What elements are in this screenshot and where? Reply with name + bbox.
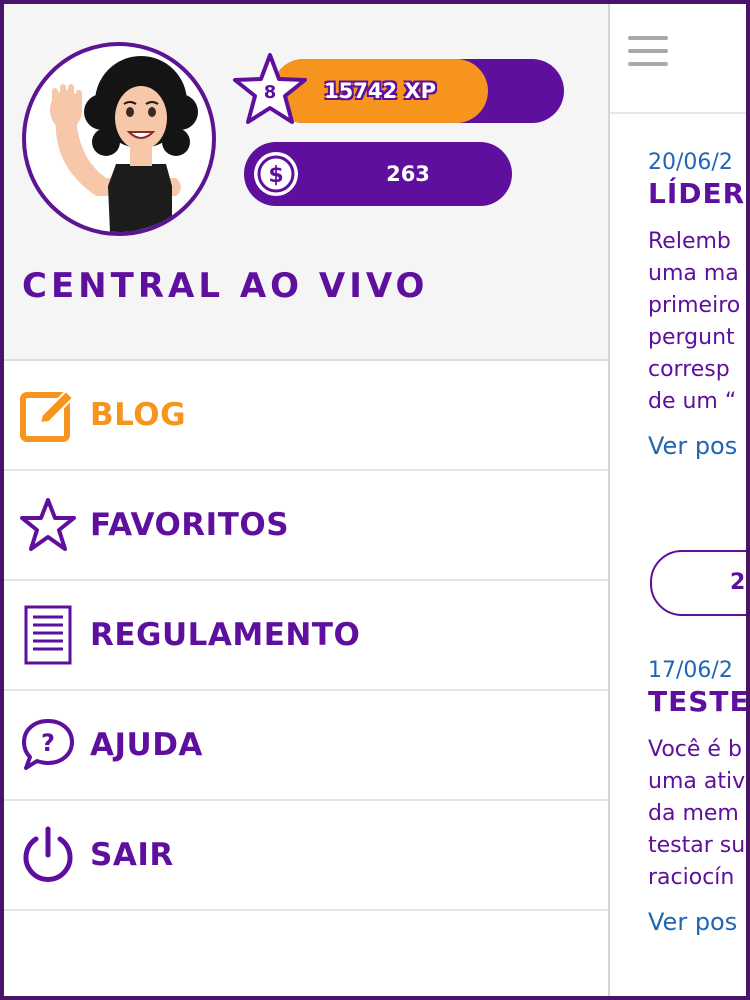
app-frame: 20/06/2 LÍDER Relemb uma ma primeiro per… <box>4 4 746 996</box>
excerpt-line: de um “ <box>648 389 737 414</box>
read-more-link[interactable]: Ver pos <box>648 908 746 936</box>
menu-item-regulamento[interactable]: REGULAMENTO <box>4 581 608 691</box>
help-bubble-icon: ? <box>22 719 74 770</box>
drawer-header: 15742 XP 8 $ 263 CENTRAL AO VIVO <box>4 4 608 361</box>
blog-post[interactable]: 20/06/2 LÍDER Relemb uma ma primeiro per… <box>648 150 746 460</box>
excerpt-line: primeiro <box>648 293 741 318</box>
post-date: 17/06/2 <box>648 658 733 683</box>
blog-content: 20/06/2 LÍDER Relemb uma ma primeiro per… <box>610 4 746 996</box>
excerpt-line: uma ma <box>648 261 739 286</box>
excerpt-line: raciocín <box>648 865 735 890</box>
drawer-title: CENTRAL AO VIVO <box>22 266 429 306</box>
menu-item-label: FAVORITOS <box>90 507 290 543</box>
xp-progress-bar: 15742 XP <box>272 59 564 123</box>
level-value: 8 <box>263 82 277 103</box>
pagination-button[interactable]: 25 <box>650 550 746 616</box>
excerpt-line: da mem <box>648 801 739 826</box>
post-excerpt: Você é b uma ativ da mem testar su racio… <box>648 734 746 894</box>
star-icon <box>20 498 76 551</box>
excerpt-line: corresp <box>648 357 730 382</box>
avatar[interactable] <box>22 42 216 236</box>
post-date: 20/06/2 <box>648 150 733 175</box>
navigation-drawer: 15742 XP 8 $ 263 CENTRAL AO VIVO BLOG FA… <box>4 4 610 996</box>
post-title[interactable]: TESTE <box>648 685 746 718</box>
post-title[interactable]: LÍDER <box>648 177 746 210</box>
menu-item-label: SAIR <box>90 837 174 873</box>
blog-post[interactable]: 17/06/2 TESTE Você é b uma ativ da mem t… <box>648 658 746 936</box>
post-excerpt: Relemb uma ma primeiro pergunt corresp d… <box>648 226 746 418</box>
menu-item-blog[interactable]: BLOG <box>4 361 608 471</box>
menu-item-sair[interactable]: SAIR <box>4 801 608 911</box>
waving-character-avatar <box>50 56 198 232</box>
svg-text:?: ? <box>41 729 55 757</box>
edit-icon <box>20 389 75 442</box>
coins-value: 263 <box>386 162 430 186</box>
excerpt-line: Você é b <box>648 737 742 762</box>
svg-text:$: $ <box>268 163 283 188</box>
menu-item-label: BLOG <box>90 397 187 433</box>
top-bar <box>610 4 746 114</box>
pagination-label: 25 <box>730 570 746 595</box>
menu-item-favoritos[interactable]: FAVORITOS <box>4 471 608 581</box>
read-more-link[interactable]: Ver pos <box>648 432 746 460</box>
coins-badge: $ 263 <box>244 142 512 206</box>
excerpt-line: testar su <box>648 833 746 858</box>
excerpt-line: pergunt <box>648 325 735 350</box>
excerpt-line: Relemb <box>648 229 731 254</box>
dollar-coin-icon: $ <box>254 152 298 196</box>
menu-item-label: REGULAMENTO <box>90 617 361 653</box>
power-icon <box>23 826 73 882</box>
menu-item-ajuda[interactable]: ? AJUDA <box>4 691 608 801</box>
hamburger-icon[interactable] <box>628 36 668 68</box>
document-icon <box>24 605 72 665</box>
excerpt-line: uma ativ <box>648 769 746 794</box>
drawer-menu: BLOG FAVORITOS REGULAMENTO ? AJUDA SAIR <box>4 361 608 911</box>
menu-item-label: AJUDA <box>90 727 203 763</box>
